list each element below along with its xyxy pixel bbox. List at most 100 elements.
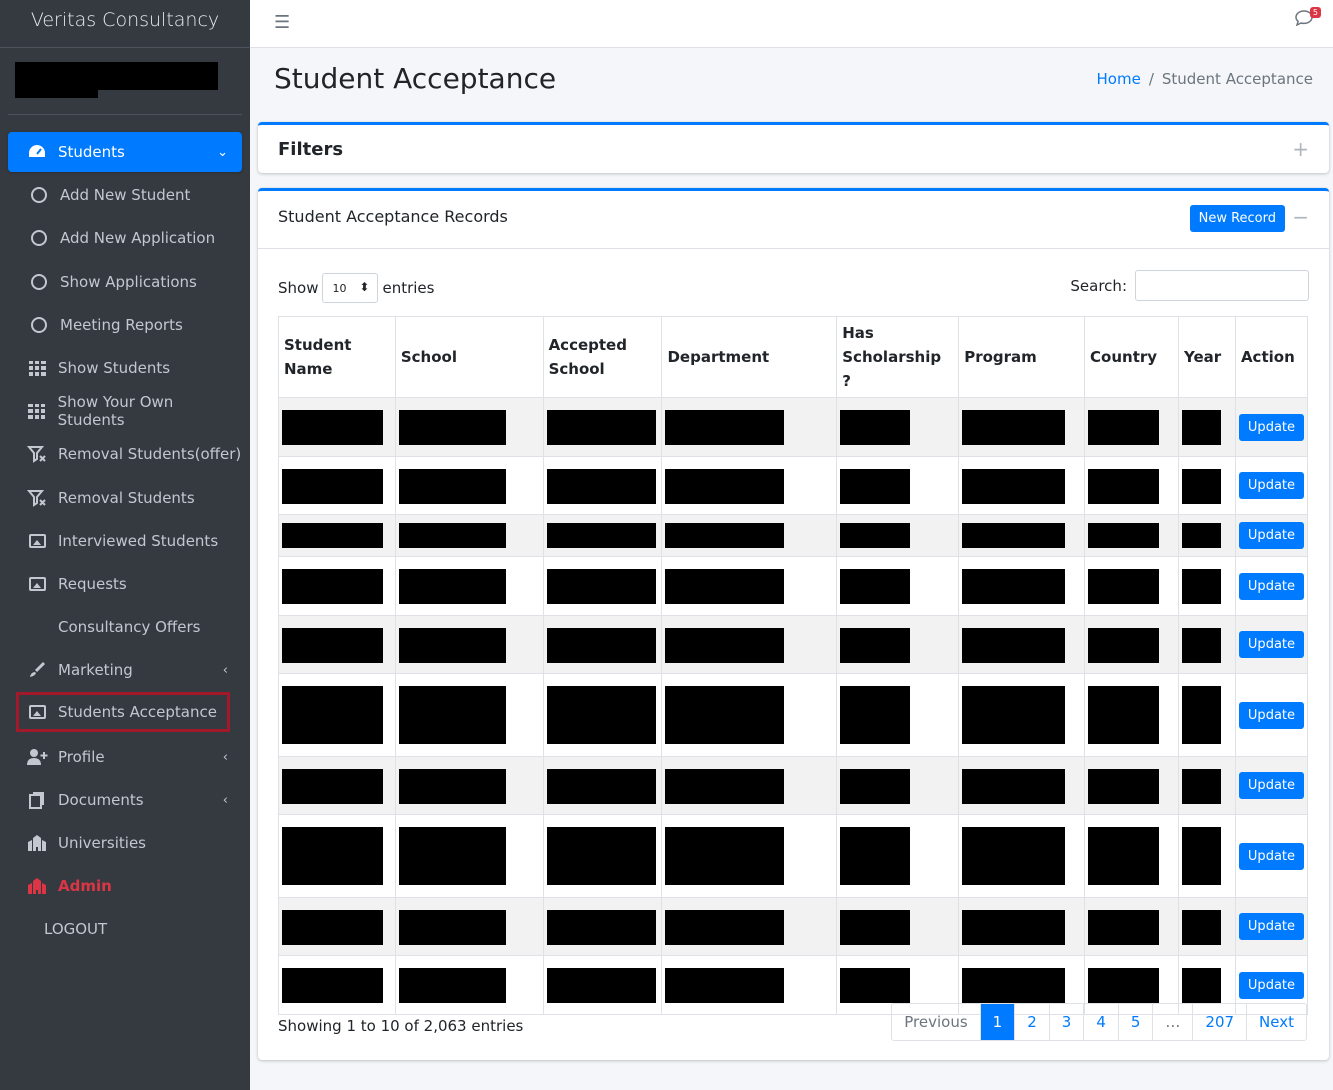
redaction-block [840,769,910,804]
pagination-page[interactable]: 3 [1048,1004,1084,1040]
pagination-page[interactable]: 207 [1192,1004,1246,1040]
brush-icon [26,659,48,681]
sidebar-item-meeting-reports[interactable]: Meeting Reports [8,305,242,345]
redaction-block [1181,410,1221,445]
entries-select[interactable]: 10 [322,273,379,303]
redacted-cell [958,514,1086,557]
breadcrumb-home-link[interactable]: Home [1097,70,1141,88]
column-header[interactable]: Program [958,316,1086,398]
circle-icon [28,314,50,336]
expand-plus-icon[interactable]: + [1292,137,1309,161]
column-header[interactable]: Country [1084,316,1179,398]
new-record-button[interactable]: New Record [1189,205,1285,232]
sidebar-item-admin[interactable]: Admin [8,866,242,906]
redaction-block [1088,910,1160,945]
redacted-cell [1177,673,1236,757]
redacted-cell [836,556,960,616]
chat-notifications-icon[interactable]: 5 [1295,7,1321,30]
redaction-block [398,410,506,445]
show-label: Show [278,279,319,297]
redaction-block [1088,628,1160,663]
action-cell: Update [1234,756,1309,815]
redacted-cell [394,897,544,956]
sidebar-item-show-your-own-students[interactable]: Show Your Own Students [8,391,242,431]
redacted-cell [1084,615,1179,674]
top-navbar: ☰ 5 [250,0,1333,48]
update-button[interactable]: Update [1238,572,1305,600]
redacted-cell [661,514,838,557]
redaction-block [398,827,506,885]
collapse-minus-icon[interactable]: − [1292,205,1309,229]
column-header[interactable]: Has Scholarship ? [836,316,960,398]
pagination-next[interactable]: Next [1246,1004,1306,1040]
pagination-page[interactable]: 5 [1117,1004,1153,1040]
redaction-block [1181,686,1221,744]
pagination-page[interactable]: 2 [1014,1004,1049,1040]
sidebar-item-students-acceptance[interactable]: Students Acceptance [16,692,230,732]
update-button[interactable]: Update [1238,631,1305,658]
sidebar-item-show-applications[interactable]: Show Applications [8,262,242,302]
update-button[interactable]: Update [1238,971,1305,999]
sidebar-item-interviewed-students[interactable]: Interviewed Students [8,521,242,561]
pagination-page[interactable]: 1 [979,1004,1015,1040]
column-header[interactable]: Student Name [278,316,396,398]
sidebar-item-label: Add New Student [60,186,191,204]
redaction-block [1181,628,1221,663]
column-header[interactable]: Department [661,316,838,398]
update-button[interactable]: Update [1238,413,1305,441]
table-info: Showing 1 to 10 of 2,063 entries [278,1017,524,1035]
sidebar-item-add-new-application[interactable]: Add New Application [8,218,242,258]
circle-icon [28,227,50,249]
redacted-cell [661,397,838,457]
redacted-cell [661,456,838,515]
sidebar-item-removal-students-offer[interactable]: Removal Students(offer) [8,434,242,474]
sidebar-item-add-new-student[interactable]: Add New Student [8,175,242,215]
redaction-block [962,628,1066,663]
redacted-cell [394,456,544,515]
pagination-previous[interactable]: Previous [892,1004,979,1040]
redaction-block [282,769,384,804]
redaction-block [1181,968,1221,1003]
sidebar-item-students[interactable]: Students ⌄ [8,132,242,172]
sidebar-item-consultancy-offers[interactable]: Consultancy Offers [8,607,242,647]
sidebar-item-label: Students [58,143,125,161]
breadcrumb-separator: / [1148,70,1154,88]
redacted-cell [1084,756,1179,815]
redacted-cell [1084,397,1179,457]
update-button[interactable]: Update [1238,472,1305,499]
blank-icon [26,616,48,638]
update-button[interactable]: Update [1238,772,1305,799]
column-header[interactable]: Action [1234,316,1309,398]
sidebar-item-label: Universities [58,834,147,852]
hamburger-menu-icon[interactable]: ☰ [274,12,290,33]
redaction-block [398,769,506,804]
redacted-cell [836,756,960,815]
sidebar-item-show-students[interactable]: Show Students [8,348,242,388]
column-header[interactable]: Year [1177,316,1236,398]
column-header[interactable]: School [394,316,544,398]
redacted-cell [836,514,960,557]
redacted-cell [278,615,396,674]
redacted-cell [278,673,396,757]
pagination-page[interactable]: 4 [1083,1004,1118,1040]
sidebar-item-removal-students[interactable]: Removal Students [8,478,242,518]
brand-text[interactable]: Veritas Consultancy [0,0,250,48]
redaction-block [1181,569,1221,604]
sidebar-item-logout[interactable]: LOGOUT [8,909,242,949]
sidebar-item-universities[interactable]: Universities [8,823,242,863]
redaction-block [1088,469,1160,504]
update-button[interactable]: Update [1238,701,1305,729]
column-header[interactable]: Accepted School [542,316,663,398]
redacted-cell [394,556,544,616]
grid-icon [26,357,48,379]
sidebar-item-marketing[interactable]: Marketing ‹ [8,650,242,690]
sidebar-item-profile[interactable]: Profile ‹ [8,737,242,777]
sidebar-item-requests[interactable]: Requests [8,564,242,604]
redacted-cell [1084,514,1179,557]
update-button[interactable]: Update [1238,842,1305,870]
update-button[interactable]: Update [1238,522,1305,549]
update-button[interactable]: Update [1238,913,1305,940]
sidebar-item-documents[interactable]: Documents ‹ [8,780,242,820]
search-input[interactable] [1135,270,1309,301]
redacted-cell [661,814,838,898]
